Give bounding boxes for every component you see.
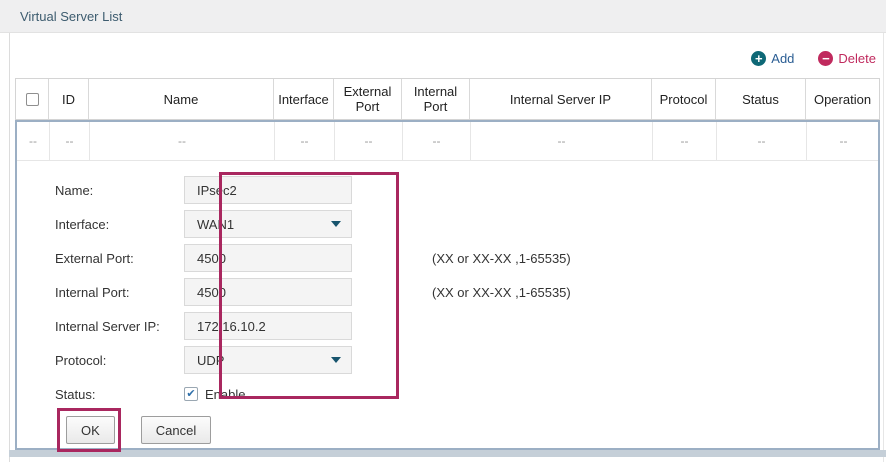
form-row-name: Name: xyxy=(17,173,878,207)
internal-port-field[interactable] xyxy=(184,278,352,306)
form-row-interface: Interface: WAN1 xyxy=(17,207,878,241)
add-button-label: Add xyxy=(771,51,795,66)
name-field[interactable] xyxy=(184,176,352,204)
select-all-checkbox[interactable] xyxy=(25,92,39,106)
table-header-row: ID Name Interface External Port Internal… xyxy=(15,78,880,120)
external-port-label: External Port: xyxy=(55,250,134,266)
form-row-protocol: Protocol: UDP xyxy=(17,343,878,377)
expanded-edit-panel: -- -- -- -- -- -- -- -- -- -- Name: Inte… xyxy=(15,120,880,450)
row-cell-select: -- xyxy=(17,122,50,160)
interface-label: Interface: xyxy=(55,216,110,232)
form-row-internal-server-ip: Internal Server IP: xyxy=(17,309,878,343)
name-label: Name: xyxy=(55,182,94,198)
protocol-selected-value: UDP xyxy=(197,352,225,368)
protocol-select[interactable]: UDP xyxy=(184,346,352,374)
internal-server-ip-field[interactable] xyxy=(184,312,352,340)
panel-titlebar: Virtual Server List xyxy=(0,0,886,33)
header-cell-status: Status xyxy=(716,79,806,119)
enable-checkbox[interactable]: ✔ xyxy=(184,387,198,401)
header-cell-select xyxy=(16,79,49,119)
delete-minus-icon: − xyxy=(818,51,834,66)
ok-button[interactable]: OK xyxy=(66,416,115,444)
table-toolbar: + Add − Delete xyxy=(751,51,876,66)
chevron-down-icon xyxy=(331,357,341,363)
status-label: Status: xyxy=(55,386,96,402)
row-cell-external-port: -- xyxy=(335,122,403,160)
delete-button[interactable]: − Delete xyxy=(818,51,876,66)
interface-selected-value: WAN1 xyxy=(197,216,235,232)
internal-server-ip-label: Internal Server IP: xyxy=(55,318,160,334)
page-title: Virtual Server List xyxy=(20,8,123,24)
external-port-field[interactable] xyxy=(184,244,352,272)
form-row-status: Status: ✔ Enable xyxy=(17,377,878,411)
header-cell-internal-port: Internal Port xyxy=(402,79,470,119)
header-cell-interface: Interface xyxy=(274,79,334,119)
add-button[interactable]: + Add xyxy=(751,51,794,66)
row-cell-internal-server-ip: -- xyxy=(471,122,653,160)
table-row[interactable]: -- -- -- -- -- -- -- -- -- -- xyxy=(17,122,878,161)
row-cell-interface: -- xyxy=(275,122,335,160)
row-cell-operation: -- xyxy=(839,134,848,148)
form-buttons: OK Cancel xyxy=(17,416,878,444)
header-cell-protocol: Protocol xyxy=(652,79,716,119)
cancel-button[interactable]: Cancel xyxy=(140,416,212,444)
header-cell-id: ID xyxy=(49,79,89,119)
header-cell-internal-server-ip: Internal Server IP xyxy=(470,79,652,119)
delete-button-label: Delete xyxy=(838,51,876,66)
panel-left-border xyxy=(9,33,10,462)
row-cell-id: -- xyxy=(50,122,90,160)
row-cell-status: -- xyxy=(717,122,807,160)
protocol-label: Protocol: xyxy=(55,352,107,368)
form-row-external-port: External Port: (XX or XX-XX ,1-65535) xyxy=(17,241,878,275)
header-cell-external-port: External Port xyxy=(334,79,402,119)
row-cell-internal-port: -- xyxy=(403,122,471,160)
header-cell-operation: Operation xyxy=(813,91,872,107)
panel-bottom-bar xyxy=(9,450,886,457)
add-plus-icon: + xyxy=(751,51,767,66)
internal-port-label: Internal Port: xyxy=(55,284,130,300)
virtual-server-form: Name: Interface: WAN1 External Port: (XX… xyxy=(17,161,878,444)
internal-port-hint: (XX or XX-XX ,1-65535) xyxy=(432,284,571,300)
interface-select[interactable]: WAN1 xyxy=(184,210,352,238)
row-cell-protocol: -- xyxy=(653,122,717,160)
row-cell-name: -- xyxy=(90,122,275,160)
enable-checkbox-label: Enable xyxy=(205,386,246,402)
chevron-down-icon xyxy=(331,221,341,227)
header-cell-name: Name xyxy=(89,79,274,119)
panel-right-border xyxy=(883,33,884,462)
status-enable-control: ✔ Enable xyxy=(184,387,245,402)
external-port-hint: (XX or XX-XX ,1-65535) xyxy=(432,250,571,266)
form-row-internal-port: Internal Port: (XX or XX-XX ,1-65535) xyxy=(17,275,878,309)
